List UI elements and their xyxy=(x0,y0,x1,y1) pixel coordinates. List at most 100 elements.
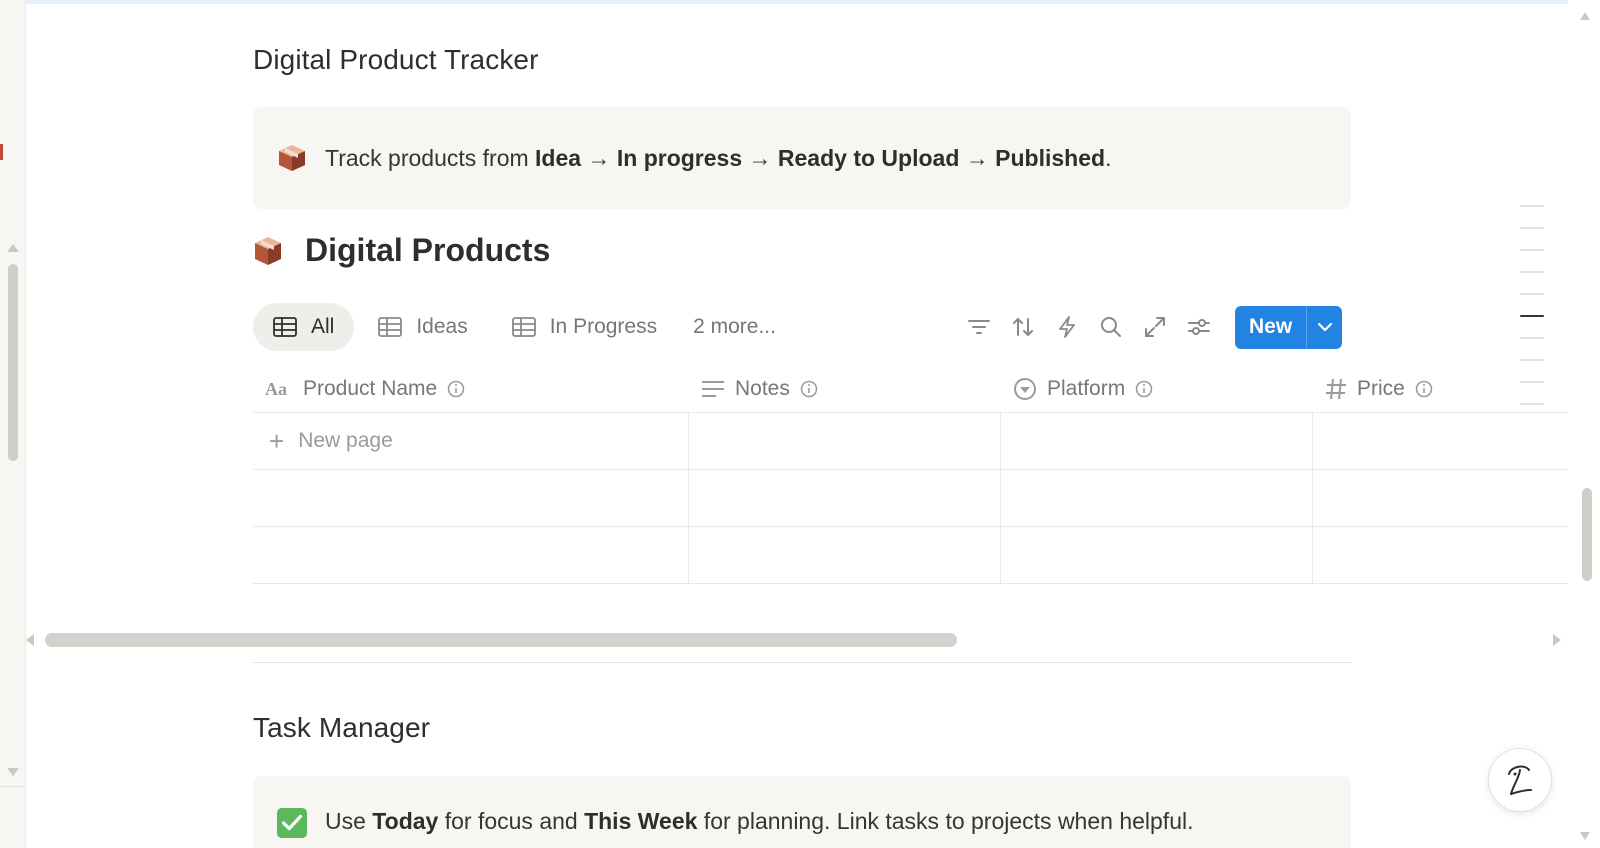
sidebar-scroll-down-arrow[interactable] xyxy=(7,768,19,776)
search-icon[interactable] xyxy=(1089,305,1133,349)
table-icon xyxy=(511,317,536,337)
title-icon: Aa xyxy=(265,380,287,398)
horizontal-scrollbar-thumb[interactable] xyxy=(45,633,957,647)
help-button[interactable] xyxy=(1488,748,1552,812)
more-views-button[interactable]: 2 more... xyxy=(693,315,776,339)
help-sketch-icon xyxy=(1508,765,1532,795)
text-lines-icon xyxy=(702,380,724,397)
section-title-product-tracker: Digital Product Tracker xyxy=(253,44,539,75)
page-scroll-down-arrow[interactable] xyxy=(1580,832,1590,840)
toc-line[interactable] xyxy=(1520,205,1544,207)
view-tab-label: In Progress xyxy=(549,315,658,338)
callout-product-tracker: Track products from Idea → In progress →… xyxy=(253,107,1351,209)
svg-text:Aa: Aa xyxy=(265,380,287,398)
table-cell[interactable] xyxy=(689,527,1001,583)
toc-line[interactable] xyxy=(1520,337,1544,339)
info-icon[interactable] xyxy=(1415,380,1433,398)
table-cell[interactable] xyxy=(1001,470,1313,526)
table-cell[interactable] xyxy=(253,470,689,526)
toc-line[interactable] xyxy=(1520,359,1544,361)
column-header-price[interactable]: Price xyxy=(1313,365,1568,412)
database-table: Aa Product Name Notes Platform Price + N… xyxy=(253,365,1568,584)
expand-icon[interactable] xyxy=(1133,305,1177,349)
view-tab-label: All xyxy=(311,315,335,338)
table-icon xyxy=(378,317,403,337)
column-label: Notes xyxy=(735,376,790,400)
new-button-label[interactable]: New xyxy=(1235,315,1306,339)
callout-bold-text: In progress xyxy=(616,144,743,171)
table-row xyxy=(253,527,1568,584)
scroll-right-arrow[interactable] xyxy=(1553,634,1561,646)
scroll-left-arrow[interactable] xyxy=(26,634,34,646)
table-cell[interactable] xyxy=(1313,527,1568,583)
table-cell[interactable] xyxy=(1313,413,1568,469)
sidebar-scroll-up-arrow[interactable] xyxy=(7,244,19,252)
view-tab-in-progress[interactable]: In Progress xyxy=(492,303,677,351)
callout-text-part: for planning. Link tasks to projects whe… xyxy=(697,808,1194,834)
number-icon xyxy=(1326,378,1346,399)
chevron-down-icon[interactable] xyxy=(1307,306,1342,349)
column-header-platform[interactable]: Platform xyxy=(1001,365,1313,412)
table-cell[interactable] xyxy=(1001,527,1313,583)
toc-line[interactable] xyxy=(1520,271,1544,273)
callout-text-part: → xyxy=(742,144,778,171)
page-scroll-up-arrow[interactable] xyxy=(1580,12,1590,20)
toc-line[interactable] xyxy=(1520,227,1544,229)
info-icon[interactable] xyxy=(447,380,465,398)
new-page-label: New page xyxy=(298,429,393,452)
callout-task-manager: Use Today for focus and This Week for pl… xyxy=(253,776,1351,848)
callout-bold-text: Ready to Upload xyxy=(777,144,960,171)
database-header: Digital Products xyxy=(253,232,550,269)
callout-text-part: Track products from xyxy=(325,144,536,171)
column-label: Platform xyxy=(1047,376,1126,400)
table-cell[interactable]: + New page xyxy=(253,413,689,469)
callout-bold-text: This Week xyxy=(584,808,698,834)
callout-text-part: . xyxy=(1105,144,1112,171)
sidebar-divider xyxy=(0,786,26,787)
plus-icon: + xyxy=(269,425,285,456)
package-icon[interactable] xyxy=(253,234,283,268)
sort-icon[interactable] xyxy=(1001,305,1045,349)
divider xyxy=(253,662,1351,663)
toc-line[interactable] xyxy=(1520,249,1544,251)
table-row xyxy=(253,470,1568,527)
callout-text-part: for focus and xyxy=(438,808,585,834)
callout-text-part: → xyxy=(959,144,996,171)
database-title[interactable]: Digital Products xyxy=(305,232,550,269)
sidebar-marker xyxy=(0,144,3,160)
table-cell[interactable] xyxy=(689,413,1001,469)
column-header-notes[interactable]: Notes xyxy=(689,365,1001,412)
select-icon xyxy=(1014,377,1036,400)
callout-text: Track products from Idea → In progress →… xyxy=(325,145,1111,172)
page-scrollbar[interactable] xyxy=(1568,0,1600,848)
table-row: + New page xyxy=(253,413,1568,470)
callout-bold-text: Today xyxy=(372,808,439,834)
new-button[interactable]: New xyxy=(1235,305,1343,349)
sidebar-scrollbar-thumb[interactable] xyxy=(8,264,18,461)
page-scrollbar-thumb[interactable] xyxy=(1582,488,1592,581)
table-horizontal-scrollbar[interactable] xyxy=(26,630,1568,650)
table-cell[interactable] xyxy=(1001,413,1313,469)
database-toolbar: New xyxy=(957,305,1343,349)
table-cell[interactable] xyxy=(689,470,1001,526)
callout-text-part: Use xyxy=(325,808,373,834)
callout-bold-text: Idea xyxy=(535,144,582,171)
column-header-product-name[interactable]: Aa Product Name xyxy=(253,365,689,412)
info-icon[interactable] xyxy=(1135,380,1153,398)
section-title-task-manager: Task Manager xyxy=(253,712,431,743)
table-header: Aa Product Name Notes Platform Price xyxy=(253,365,1568,413)
callout-text-part: → xyxy=(581,144,617,171)
info-icon[interactable] xyxy=(800,380,818,398)
settings-icon[interactable] xyxy=(1177,305,1221,349)
automation-icon[interactable] xyxy=(1045,305,1089,349)
toc-line[interactable] xyxy=(1520,293,1544,295)
view-tab-all[interactable]: All xyxy=(253,303,355,351)
table-cell[interactable] xyxy=(253,527,689,583)
filter-icon[interactable] xyxy=(957,305,1001,349)
callout-text: Use Today for focus and This Week for pl… xyxy=(325,808,1193,835)
table-cell[interactable] xyxy=(1313,470,1568,526)
toc-line-active[interactable] xyxy=(1520,315,1544,317)
package-icon xyxy=(277,143,307,173)
view-tab-ideas[interactable]: Ideas xyxy=(358,303,487,351)
new-page-button[interactable]: + New page xyxy=(253,426,393,457)
